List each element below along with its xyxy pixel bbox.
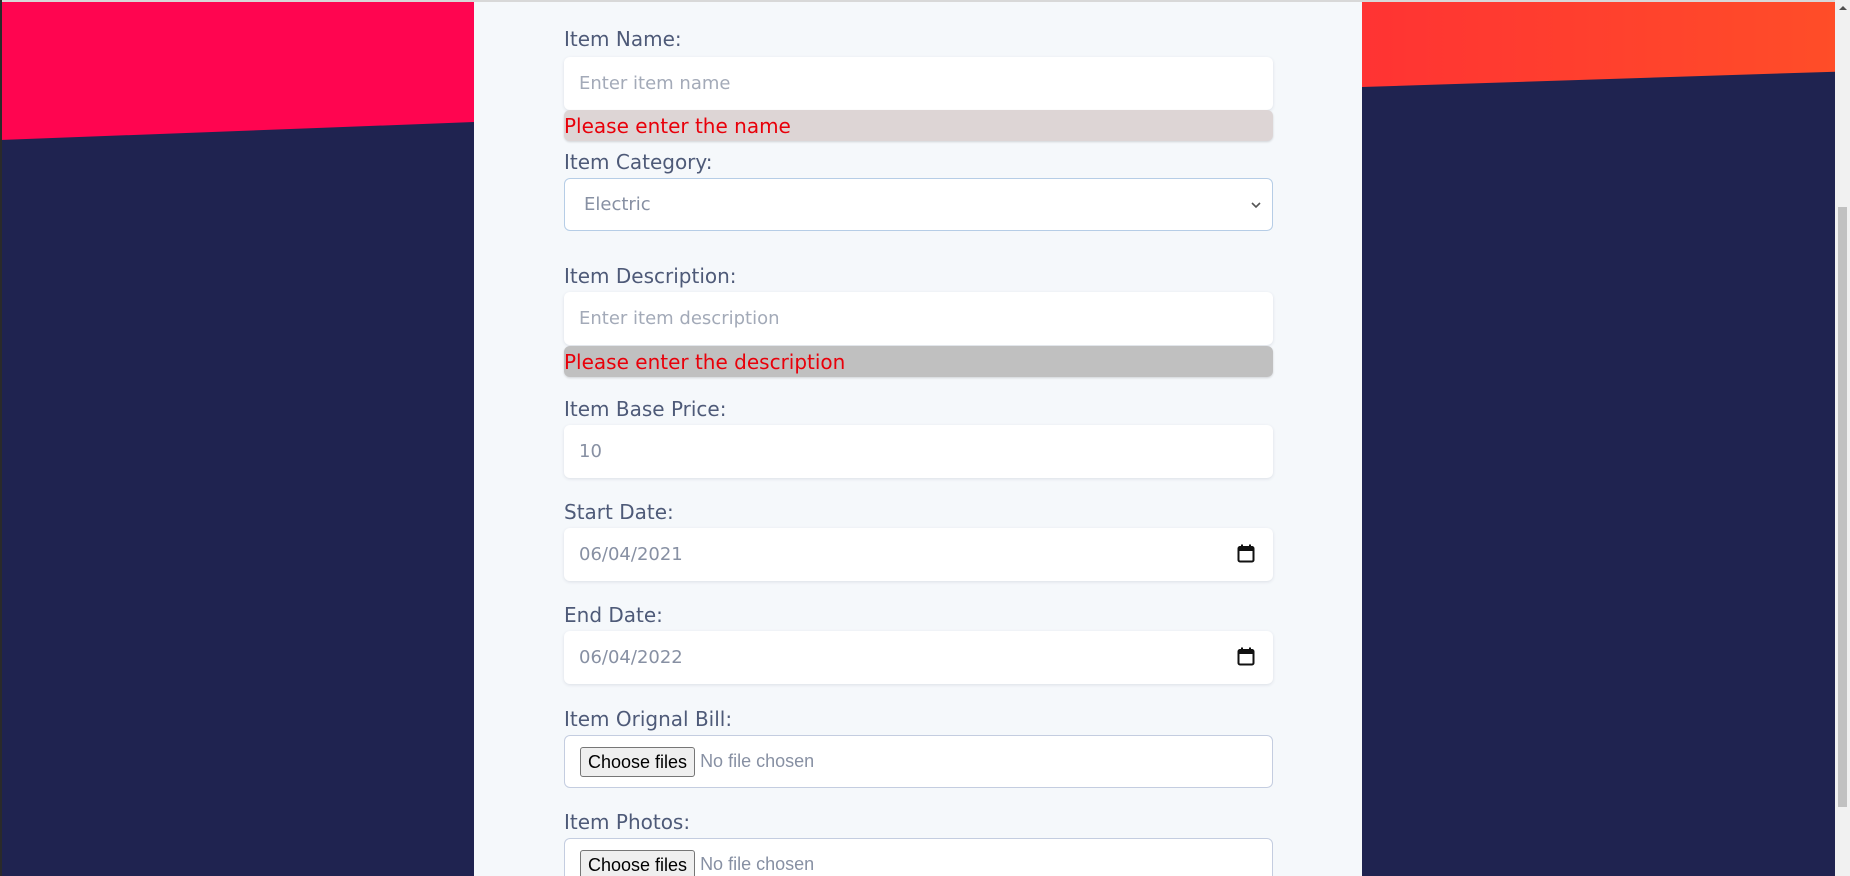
end-date-label: End Date: [564, 603, 663, 627]
item-description-input[interactable]: Enter item description [564, 292, 1273, 345]
item-category-select[interactable]: Electric [564, 178, 1273, 231]
chevron-down-icon [1250, 199, 1262, 211]
item-name-input[interactable]: Enter item name [564, 57, 1273, 110]
item-original-bill-label: Item Orignal Bill: [564, 707, 733, 731]
file-status-text: No file chosen [700, 751, 815, 771]
scroll-up-arrow-icon[interactable] [1835, 0, 1850, 15]
start-date-label: Start Date: [564, 500, 674, 524]
window-left-edge [0, 0, 2, 876]
item-original-bill-file-input[interactable]: Choose files No file chosen [564, 735, 1273, 788]
calendar-icon[interactable] [1237, 647, 1255, 671]
item-base-price-value: 10 [579, 441, 602, 462]
item-description-error: Please enter the description [564, 346, 1273, 377]
file-status-text: No file chosen [700, 854, 815, 874]
item-name-placeholder: Enter item name [579, 73, 731, 94]
vertical-scrollbar[interactable] [1835, 0, 1850, 876]
item-category-selected: Electric [584, 194, 651, 215]
page-viewport: Item Name: Enter item name Please enter … [0, 0, 1850, 876]
scrollbar-thumb[interactable] [1838, 207, 1847, 807]
item-base-price-input[interactable]: 10 [564, 425, 1273, 478]
choose-files-button[interactable]: Choose files [580, 746, 696, 777]
calendar-icon[interactable] [1237, 544, 1255, 568]
start-date-input[interactable]: 06/04/2021 [564, 528, 1273, 581]
item-photos-file-input[interactable]: Choose files No file chosen [564, 838, 1273, 876]
item-category-label: Item Category: [564, 150, 713, 174]
item-description-placeholder: Enter item description [579, 308, 780, 329]
item-name-error: Please enter the name [564, 110, 1273, 141]
background-accent-right [1362, 2, 1835, 87]
end-date-value: 06/04/2022 [579, 647, 683, 668]
choose-files-button[interactable]: Choose files [580, 849, 696, 876]
item-name-label: Item Name: [564, 27, 682, 51]
background-accent-left [0, 2, 474, 140]
item-description-label: Item Description: [564, 264, 737, 288]
form-panel: Item Name: Enter item name Please enter … [474, 2, 1362, 876]
start-date-value: 06/04/2021 [579, 544, 683, 565]
end-date-input[interactable]: 06/04/2022 [564, 631, 1273, 684]
item-base-price-label: Item Base Price: [564, 397, 727, 421]
item-photos-label: Item Photos: [564, 810, 691, 834]
